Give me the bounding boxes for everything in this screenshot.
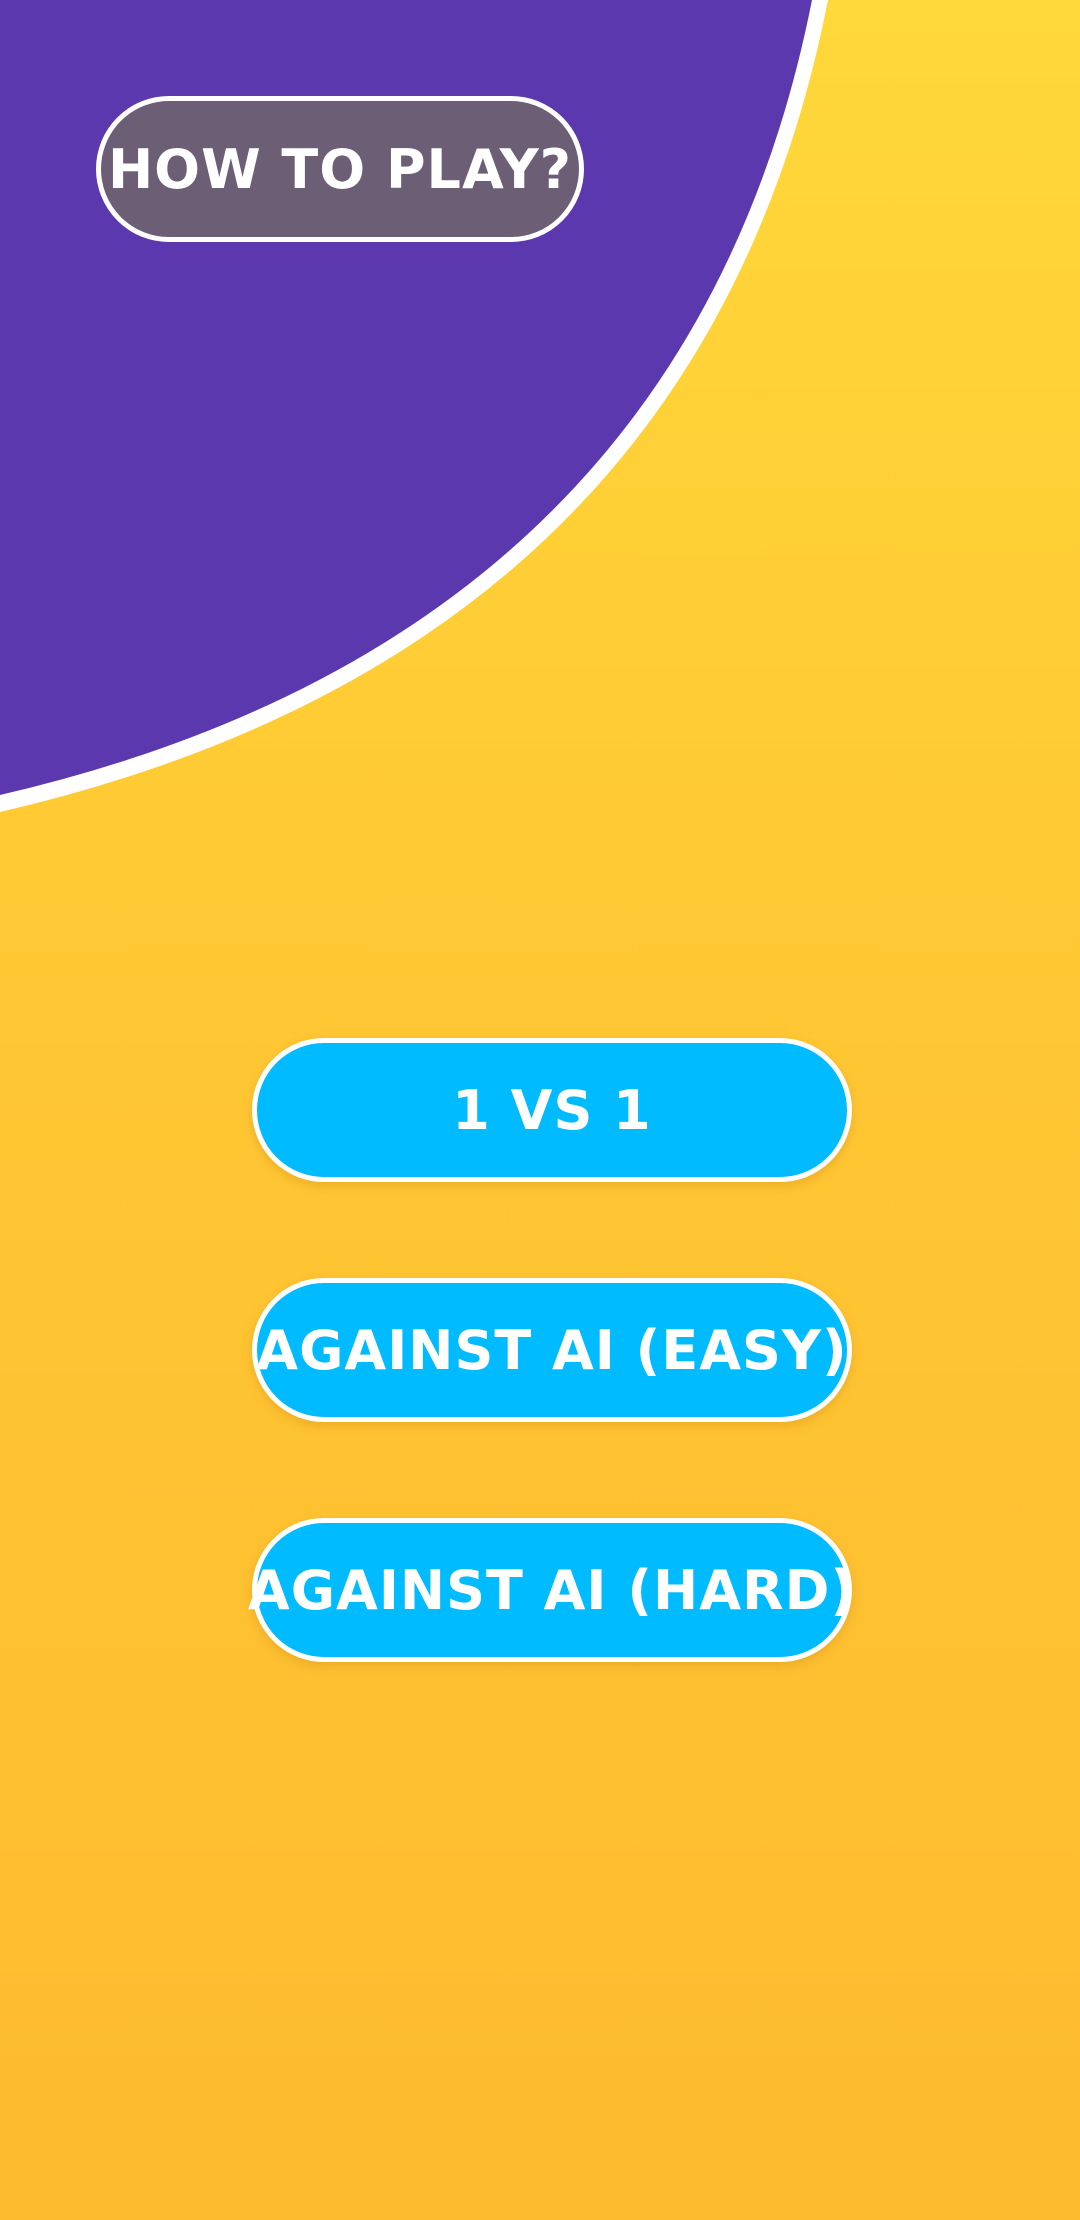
how-to-play-label: HOW TO PLAY?	[107, 137, 573, 201]
game-menu-screen: HOW TO PLAY? 1 VS 1 AGAINST AI (EASY) AG…	[0, 0, 1080, 2220]
against-ai-hard-label: AGAINST AI (HARD)	[247, 1558, 857, 1622]
one-vs-one-button[interactable]: 1 VS 1	[252, 1038, 852, 1182]
against-ai-easy-label: AGAINST AI (EASY)	[256, 1318, 848, 1382]
how-to-play-button[interactable]: HOW TO PLAY?	[96, 96, 584, 242]
against-ai-easy-button[interactable]: AGAINST AI (EASY)	[252, 1278, 852, 1422]
one-vs-one-label: 1 VS 1	[452, 1078, 652, 1142]
against-ai-hard-button[interactable]: AGAINST AI (HARD)	[248, 1518, 855, 1662]
